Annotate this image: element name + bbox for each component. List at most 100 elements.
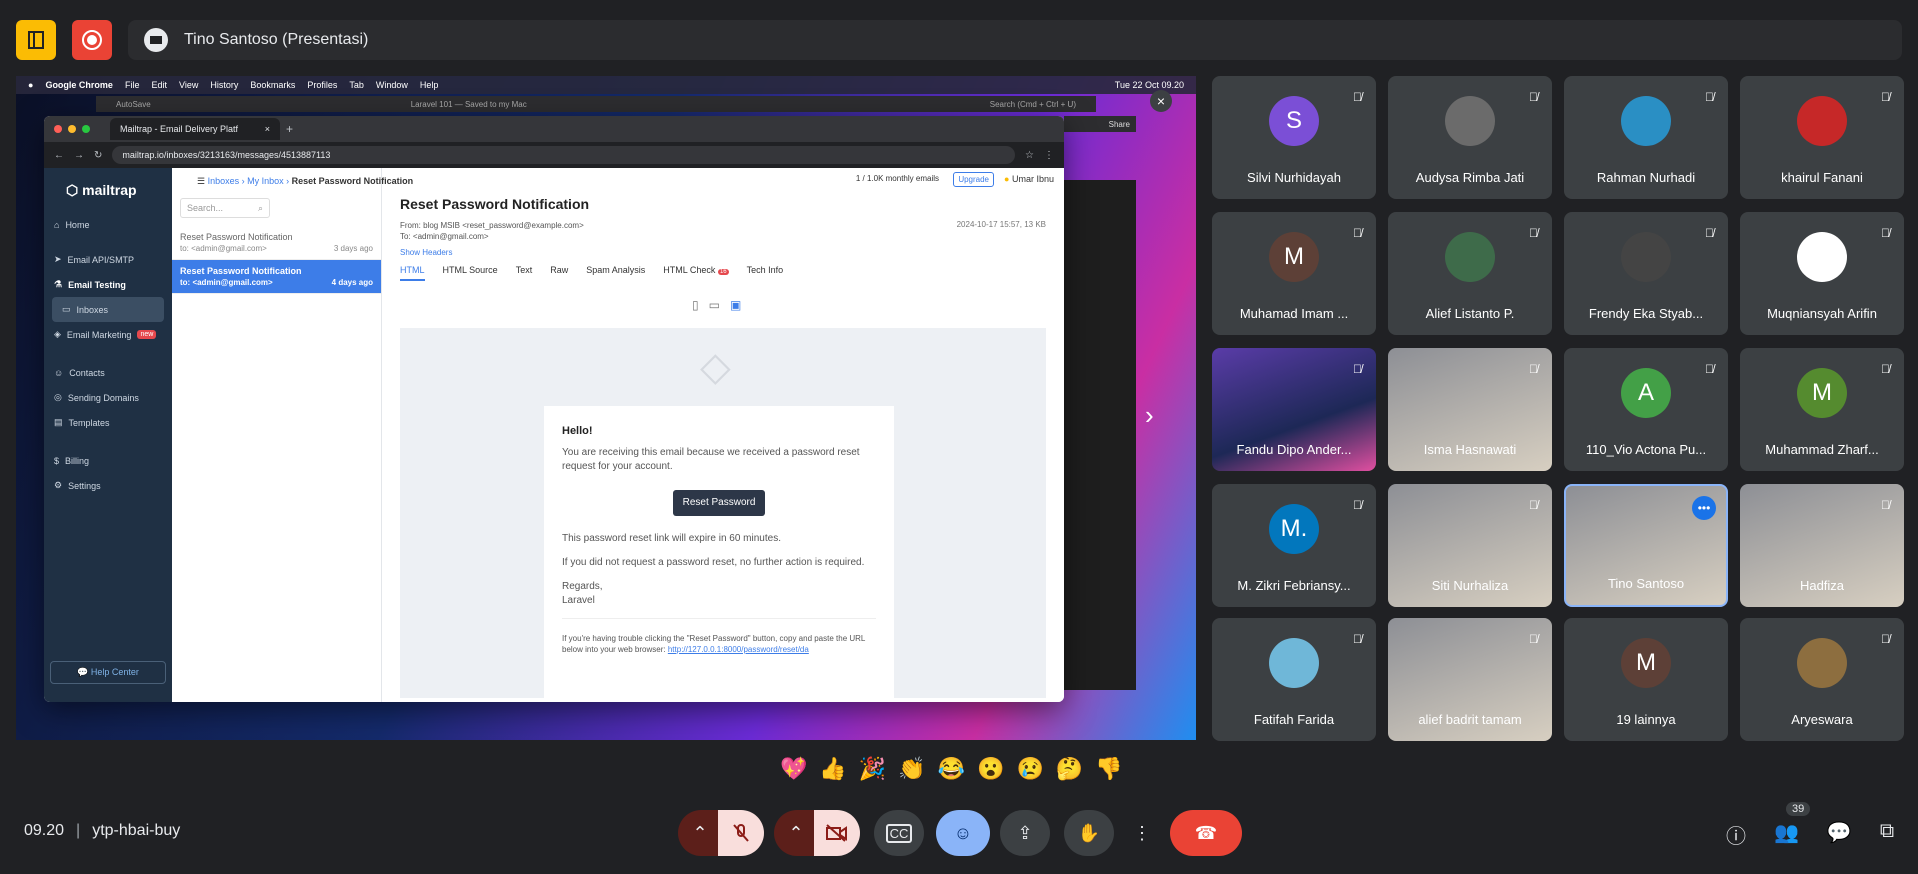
gemini-notes-button[interactable] bbox=[16, 20, 56, 60]
thumbs-down-reaction[interactable]: 👎 bbox=[1095, 756, 1122, 782]
participant-tile[interactable]: ••• Tino Santoso bbox=[1564, 484, 1728, 607]
activities-icon[interactable]: ⧉ bbox=[1880, 820, 1894, 849]
menu-profiles: Profiles bbox=[307, 80, 338, 90]
sidebar-label: Email API/SMTP bbox=[67, 254, 135, 265]
flask-icon: ⚗ bbox=[54, 279, 63, 289]
chat-icon[interactable]: 💬 bbox=[1827, 820, 1852, 849]
mailtrap-logo: ⬡ mailtrap bbox=[44, 168, 172, 213]
sidebar-item-email-api: ➤ Email API/SMTP bbox=[44, 247, 172, 272]
word-titlebar: AutoSave Laravel 101 — Saved to my Mac S… bbox=[96, 96, 1096, 112]
participant-tile[interactable]: 🎙̸ Hadfiza bbox=[1740, 484, 1904, 607]
participant-tile[interactable]: 🎙̸ khairul Fanani bbox=[1740, 76, 1904, 199]
audio-options-button[interactable]: ⌃ bbox=[678, 810, 722, 856]
recording-button[interactable] bbox=[72, 20, 112, 60]
party-reaction[interactable]: 🎉 bbox=[859, 756, 886, 782]
participant-tile[interactable]: 🎙̸ Frendy Eka Styab... bbox=[1564, 212, 1728, 335]
email-expire: This password reset link will expire in … bbox=[562, 533, 781, 544]
chevron-up-icon: ⌃ bbox=[788, 822, 804, 843]
participant-tile[interactable]: M 🎙̸ Muhammad Zharf... bbox=[1740, 348, 1904, 471]
mailtrap-sidebar: ⬡ mailtrap ⌂ Home ➤ Email API/SMTP ⚗ Email … bbox=[44, 168, 172, 702]
mic-toggle-button[interactable] bbox=[718, 810, 764, 856]
participant-tile[interactable]: 🎙̸ Isma Hasnawati bbox=[1388, 348, 1552, 471]
participant-tile[interactable]: A 🎙̸ 110_Vio Actona Pu... bbox=[1564, 348, 1728, 471]
leave-call-button[interactable]: ☎ bbox=[1170, 810, 1242, 856]
present-button[interactable]: ⇪ bbox=[1000, 810, 1050, 856]
info-icon[interactable]: ⓘ bbox=[1726, 820, 1746, 849]
separator: | bbox=[76, 822, 81, 839]
tab-html-source: HTML Source bbox=[442, 265, 498, 275]
meeting-time: 09.20 bbox=[24, 822, 65, 839]
participant-tile[interactable]: 🎙̸ Fatifah Farida bbox=[1212, 618, 1376, 741]
participant-tile[interactable]: 🎙̸ Alief Listanto P. bbox=[1388, 212, 1552, 335]
user-menu: ● Umar Ibnu bbox=[1004, 174, 1054, 184]
tab-text: Text bbox=[515, 265, 533, 275]
participant-name: Siti Nurhaliza bbox=[1431, 578, 1509, 593]
thinking-reaction[interactable]: 🤔 bbox=[1056, 756, 1083, 782]
device-toggle: ▯ ▭ ▣ bbox=[692, 298, 741, 312]
participant-tile[interactable]: 🎙̸ Muqniansyah Arifin bbox=[1740, 212, 1904, 335]
camera-toggle-button[interactable] bbox=[814, 810, 860, 856]
avatar: ● bbox=[1004, 174, 1010, 184]
logo-text: mailtrap bbox=[82, 182, 137, 198]
message-title: Reset Password Notification bbox=[180, 232, 293, 242]
home-icon: ⌂ bbox=[54, 220, 60, 230]
breadcrumb-current: Reset Password Notification bbox=[291, 176, 414, 186]
shared-screen: ● Google Chrome File Edit View History B… bbox=[16, 76, 1196, 740]
raise-hand-button[interactable]: ✋ bbox=[1064, 810, 1114, 856]
participant-tile[interactable]: 🎙̸ Fandu Dipo Ander... bbox=[1212, 348, 1376, 471]
gear-icon: ⚙ bbox=[54, 480, 63, 490]
participant-name: Muhammad Zharf... bbox=[1765, 442, 1879, 457]
more-options-icon[interactable]: ••• bbox=[1692, 496, 1716, 520]
participant-tile[interactable]: 🎙̸ Rahman Nurhadi bbox=[1564, 76, 1728, 199]
participant-tile[interactable]: 🎙̸ Siti Nurhaliza bbox=[1388, 484, 1552, 607]
surprised-reaction[interactable]: 😮 bbox=[977, 756, 1004, 782]
presenter-label: Tino Santoso (Presentasi) bbox=[184, 31, 369, 48]
video-options-button[interactable]: ⌃ bbox=[774, 810, 818, 856]
participant-tile[interactable]: M 🎙̸ Muhamad Imam ... bbox=[1212, 212, 1376, 335]
participant-tile[interactable]: 🎙̸ Aryeswara bbox=[1740, 618, 1904, 741]
sad-reaction[interactable]: 😢 bbox=[1016, 756, 1043, 782]
forward-icon: → bbox=[74, 149, 84, 161]
contacts-icon: ☺ bbox=[54, 368, 64, 378]
mic-off-icon: 🎙̸ bbox=[1881, 632, 1890, 646]
participant-tile[interactable]: S 🎙̸ Silvi Nurhidayah bbox=[1212, 76, 1376, 199]
more-options-button[interactable]: ⋮ bbox=[1122, 810, 1162, 856]
message-list: Search... ⌕ Reset Password Notification t… bbox=[172, 168, 382, 702]
participant-name: Muhamad Imam ... bbox=[1239, 306, 1349, 321]
desktop-icon: ▣ bbox=[729, 298, 742, 312]
sidebar-label: Sending Domains bbox=[67, 392, 139, 403]
menu-help: Help bbox=[419, 80, 439, 90]
people-icon[interactable]: 👥 bbox=[1774, 820, 1799, 849]
sidebar-item-sending-domains: ◎ Sending Domains bbox=[44, 385, 172, 410]
plane-icon: ➤ bbox=[54, 254, 62, 264]
sidebar-label: Email Marketing bbox=[66, 329, 132, 340]
participant-name: khairul Fanani bbox=[1781, 170, 1863, 185]
message-meta: From: blog MSIB <reset_password@example.… bbox=[400, 220, 584, 242]
participant-tile[interactable]: M 19 lainnya bbox=[1564, 618, 1728, 741]
reactions-button[interactable]: ☺ bbox=[936, 810, 990, 856]
sidebar-item-billing: $ Billing bbox=[44, 449, 172, 473]
close-share-icon[interactable]: × bbox=[1150, 90, 1172, 112]
breadcrumb: ☰ Inboxes › My Inbox › Reset Password No… bbox=[197, 176, 414, 186]
captions-button[interactable]: CC bbox=[874, 810, 924, 856]
reaction-bar: 💖 👍 🎉 👏 😂 😮 😢 🤔 👎 bbox=[780, 756, 1123, 782]
heart-reaction[interactable]: 💖 bbox=[780, 756, 807, 782]
thumbs-up-reaction[interactable]: 👍 bbox=[819, 756, 846, 782]
laugh-reaction[interactable]: 😂 bbox=[938, 756, 965, 782]
email-trouble: If you're having trouble clicking the "R… bbox=[562, 618, 876, 655]
next-page-icon[interactable]: › bbox=[1145, 400, 1154, 431]
avatar bbox=[1797, 638, 1847, 688]
presenter-chip[interactable]: Tino Santoso (Presentasi) bbox=[128, 20, 1902, 60]
message-from: From: blog MSIB <reset_password@example.… bbox=[400, 221, 584, 230]
mic-off-icon: 🎙̸ bbox=[1705, 226, 1714, 240]
participant-tile[interactable]: 🎙̸ Audysa Rimba Jati bbox=[1388, 76, 1552, 199]
chrome-tab-strip: Mailtrap - Email Delivery Platf × + bbox=[44, 116, 1064, 142]
participant-tile[interactable]: M. 🎙̸ M. Zikri Febriansy... bbox=[1212, 484, 1376, 607]
sidebar-item-email-marketing: ◈ Email Marketing new bbox=[44, 322, 172, 347]
zoom-window-icon bbox=[82, 125, 90, 133]
record-icon bbox=[82, 30, 102, 50]
bookmark-star-icon: ☆ bbox=[1025, 149, 1034, 161]
autosave-label: AutoSave bbox=[116, 99, 151, 109]
participant-tile[interactable]: 🎙̸ alief badrit tamam bbox=[1388, 618, 1552, 741]
clap-reaction[interactable]: 👏 bbox=[898, 756, 925, 782]
